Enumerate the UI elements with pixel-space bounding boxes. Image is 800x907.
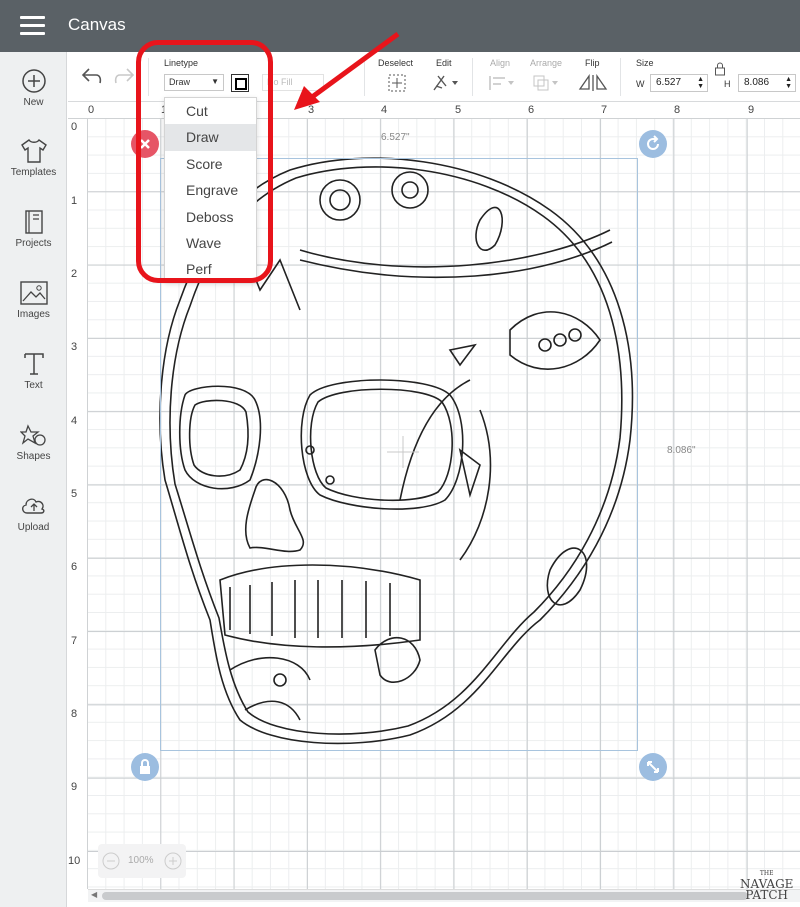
annotation-highlight-ring [136, 40, 273, 283]
sidebar-item-label: Shapes [16, 451, 51, 462]
sidebar-item-new[interactable]: New [0, 68, 67, 134]
lock-icon [140, 759, 150, 774]
edit-tools-icon[interactable] [432, 74, 460, 92]
horizontal-scrollbar[interactable]: ◀ [88, 889, 800, 902]
sidebar-item-text[interactable]: Text [0, 351, 67, 417]
rotate-handle[interactable] [639, 130, 667, 158]
left-sidebar: New Templates Projects Images Text Shape… [0, 52, 67, 907]
resize-arrows-icon [647, 761, 659, 773]
text-t-icon [23, 353, 44, 375]
ruler-number: 3 [71, 341, 78, 353]
height-value: 8.086 [744, 77, 770, 88]
watermark-logo: THE NAVAGE PATCH [740, 866, 793, 901]
sidebar-item-label: Upload [17, 522, 50, 533]
projects-book-icon [24, 210, 43, 234]
center-crosshair-icon [387, 436, 419, 468]
ruler-number: 0 [71, 121, 78, 133]
ruler-number: 8 [674, 104, 681, 116]
scrollbar-thumb[interactable] [102, 892, 748, 900]
edit-label: Edit [436, 58, 452, 68]
sidebar-item-label: Templates [10, 167, 57, 178]
shapes-icon [19, 424, 46, 446]
scroll-left-arrow-icon[interactable]: ◀ [91, 890, 97, 899]
size-label: Size [636, 58, 654, 68]
width-value: 6.527 [656, 77, 682, 88]
ruler-number: 7 [601, 104, 608, 116]
plus-circle-icon [21, 69, 46, 93]
ruler-number: 6 [71, 561, 78, 573]
sidebar-item-label: Images [17, 309, 50, 320]
sidebar-item-projects[interactable]: Projects [0, 209, 67, 275]
width-prefix: W [636, 79, 645, 89]
hamburger-menu-icon[interactable] [20, 16, 45, 36]
ruler-left: 0 1 2 3 4 5 6 7 8 9 10 [68, 119, 88, 889]
watermark-line: PATCH [745, 888, 789, 902]
selection-height-label: 8.086" [667, 445, 696, 456]
undo-icon[interactable] [80, 66, 104, 86]
stepper-arrows-icon[interactable]: ▲ ▼ [697, 76, 704, 90]
sidebar-item-upload[interactable]: Upload [0, 493, 67, 559]
height-prefix: H [724, 79, 731, 89]
align-label: Align [490, 58, 511, 68]
annotation-arrow-icon [294, 31, 400, 110]
redo-icon[interactable] [112, 66, 136, 86]
rotate-icon [647, 135, 659, 150]
sidebar-item-label: Projects [15, 238, 52, 249]
ruler-number: 9 [71, 781, 78, 793]
ruler-number: 4 [71, 415, 78, 427]
lock-handle[interactable] [131, 753, 159, 781]
arrange-label: Arrange [530, 58, 563, 68]
cloud-upload-icon [21, 498, 44, 514]
ruler-number: 8 [71, 708, 78, 720]
image-icon [19, 281, 48, 305]
zoom-control: 100% [98, 844, 186, 878]
zoom-level: 100% [128, 855, 154, 866]
sidebar-item-shapes[interactable]: Shapes [0, 422, 67, 488]
zoom-in-icon[interactable] [164, 852, 182, 870]
ruler-number: 5 [455, 104, 462, 116]
ruler-number: 5 [71, 488, 78, 500]
sidebar-item-templates[interactable]: Templates [0, 138, 67, 204]
lock-ratio-icon[interactable] [714, 62, 726, 76]
watermark-line: THE [759, 870, 774, 877]
selection-width-label: 6.527" [381, 132, 410, 143]
ruler-number: 6 [528, 104, 535, 116]
flip-label: Flip [585, 58, 600, 68]
sidebar-item-label: Text [24, 380, 43, 391]
ruler-number: 7 [71, 635, 78, 647]
ruler-number: 0 [88, 104, 95, 116]
align-icon[interactable] [488, 74, 516, 92]
sidebar-item-images[interactable]: Images [0, 280, 67, 346]
tshirt-icon [20, 139, 47, 163]
app-title: Canvas [68, 15, 126, 34]
ruler-number: 2 [71, 268, 78, 280]
resize-handle[interactable] [639, 753, 667, 781]
zoom-out-icon[interactable] [102, 852, 120, 870]
ruler-number: 1 [71, 195, 78, 207]
arrange-icon[interactable] [532, 74, 560, 92]
ruler-number: 10 [68, 855, 81, 867]
sidebar-item-label: New [23, 97, 44, 108]
flip-icon[interactable] [578, 74, 608, 92]
stepper-arrows-icon[interactable]: ▲ ▼ [785, 76, 792, 90]
ruler-number: 9 [748, 104, 755, 116]
height-input[interactable]: 8.086 ▲ ▼ [738, 74, 796, 92]
width-input[interactable]: 6.527 ▲ ▼ [650, 74, 708, 92]
